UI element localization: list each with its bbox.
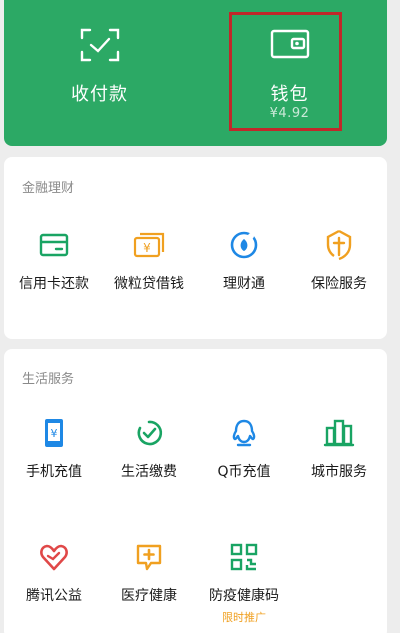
finance-section: 金融理财 信用卡还款 ¥ 微粒贷借钱 理财通 保险服务 xyxy=(4,157,387,339)
life-item-city-service[interactable]: 城市服务 xyxy=(294,417,384,487)
finance-item-credit-card[interactable]: 信用卡还款 xyxy=(9,229,99,299)
credit-card-icon xyxy=(38,229,70,261)
life-item-label: Q币充值 xyxy=(217,464,271,480)
life-item-label: 防疫健康码 xyxy=(209,588,279,604)
life-item-charity[interactable]: 腾讯公益 xyxy=(9,541,99,611)
qq-coin-icon xyxy=(228,417,260,449)
finance-item-label: 信用卡还款 xyxy=(19,276,89,292)
health-code-icon xyxy=(228,541,260,573)
life-item-label: 手机充值 xyxy=(26,464,82,480)
promo-badge: 限时推广 xyxy=(222,611,266,624)
life-item-medical[interactable]: 医疗健康 xyxy=(104,541,194,611)
scan-check-icon xyxy=(80,28,120,66)
city-service-icon xyxy=(323,417,355,449)
life-item-label: 腾讯公益 xyxy=(26,588,82,604)
finance-section-title: 金融理财 xyxy=(22,181,75,196)
wallet-highlight-annotation xyxy=(229,12,342,131)
life-item-phone-recharge[interactable]: ¥ 手机充值 xyxy=(9,417,99,487)
life-item-label: 生活缴费 xyxy=(121,464,177,480)
life-item-qq-coin[interactable]: Q币充值 xyxy=(199,417,289,487)
pay-receive-label: 收付款 xyxy=(71,84,128,105)
svg-text:¥: ¥ xyxy=(51,427,58,440)
finance-item-insurance[interactable]: 保险服务 xyxy=(294,229,384,299)
money-bag-icon: ¥ xyxy=(133,229,165,261)
life-item-utility-payment[interactable]: 生活缴费 xyxy=(104,417,194,487)
life-item-health-code[interactable]: 防疫健康码 限时推广 xyxy=(199,541,289,624)
life-section-title: 生活服务 xyxy=(22,372,75,387)
finance-item-label: 微粒贷借钱 xyxy=(114,276,184,292)
utility-payment-icon xyxy=(133,417,165,449)
svg-text:¥: ¥ xyxy=(143,241,151,255)
finance-item-wealth[interactable]: 理财通 xyxy=(199,229,289,299)
charity-icon xyxy=(38,541,70,573)
finance-item-loan[interactable]: ¥ 微粒贷借钱 xyxy=(104,229,194,299)
life-item-label: 医疗健康 xyxy=(121,588,177,604)
wealth-icon xyxy=(228,229,260,261)
insurance-icon xyxy=(323,229,355,261)
finance-item-label: 保险服务 xyxy=(311,276,367,292)
medical-icon xyxy=(133,541,165,573)
pay-receive-button[interactable]: 收付款 xyxy=(4,0,195,146)
life-services-section: 生活服务 ¥ 手机充值 生活缴费 Q币充值 城市服务 腾讯公益 医疗健康 防疫健… xyxy=(4,349,387,633)
life-item-label: 城市服务 xyxy=(311,464,367,480)
finance-item-label: 理财通 xyxy=(223,276,265,292)
phone-recharge-icon: ¥ xyxy=(38,417,70,449)
